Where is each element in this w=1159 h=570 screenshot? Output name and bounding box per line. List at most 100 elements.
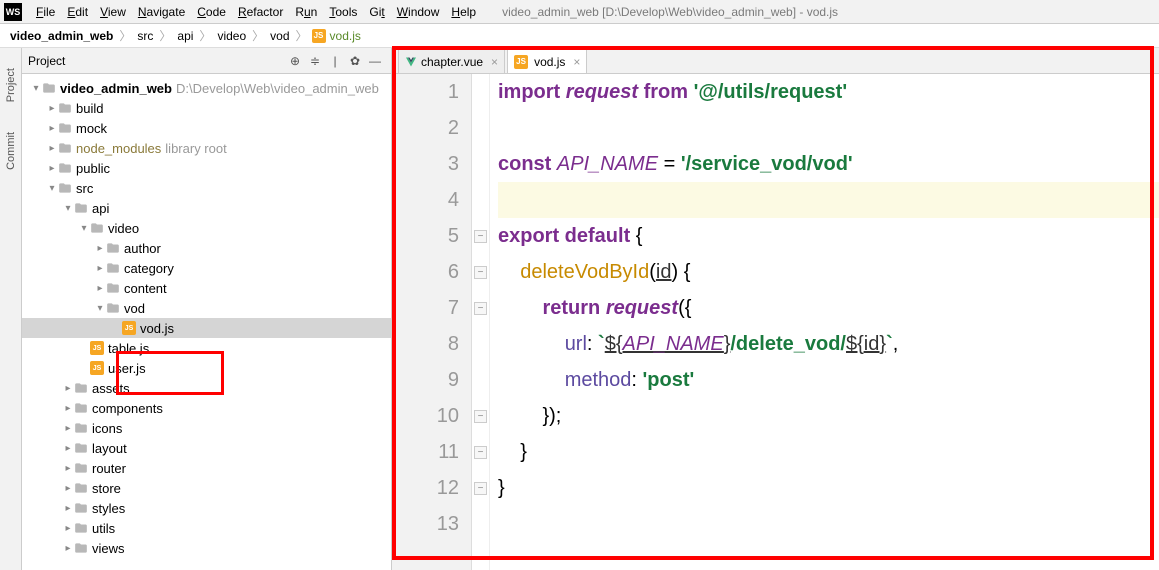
breadcrumb-item[interactable]: api <box>175 29 195 43</box>
folder-icon <box>106 301 120 315</box>
folder-icon <box>90 221 104 235</box>
line-number-gutter: 12345678910111213 <box>392 74 472 570</box>
editor-tab-chapter.vue[interactable]: chapter.vue× <box>398 49 505 73</box>
tree-folder-vod[interactable]: ▾vod <box>22 298 391 318</box>
tree-folder-video[interactable]: ▾video <box>22 218 391 238</box>
editor-tab-vod.js[interactable]: JSvod.js× <box>507 49 587 73</box>
folder-icon <box>58 141 72 155</box>
folder-icon <box>74 201 88 215</box>
chevron-right-icon: 〉 <box>155 27 175 44</box>
hide-icon[interactable]: — <box>365 51 385 71</box>
folder-icon <box>74 481 88 495</box>
breadcrumb-item[interactable]: video_admin_web <box>8 29 115 43</box>
menubar: WS FileEditViewNavigateCodeRefactorRunTo… <box>0 0 1159 24</box>
editor-area: chapter.vue×JSvod.js× 12345678910111213 … <box>392 48 1159 570</box>
code-content[interactable]: import request from '@/utils/request' co… <box>490 74 1159 570</box>
js-file-icon: JS <box>90 341 104 355</box>
menu-edit[interactable]: Edit <box>61 3 94 21</box>
select-opened-file-icon[interactable]: ⊕ <box>285 51 305 71</box>
tree-folder-layout[interactable]: ▸layout <box>22 438 391 458</box>
folder-icon <box>58 161 72 175</box>
tree-folder-store[interactable]: ▸store <box>22 478 391 498</box>
tree-file-table.js[interactable]: JStable.js <box>22 338 391 358</box>
menu-code[interactable]: Code <box>191 3 232 21</box>
tree-folder-node_modules[interactable]: ▸node_moduleslibrary root <box>22 138 391 158</box>
tree-folder-styles[interactable]: ▸styles <box>22 498 391 518</box>
folder-icon <box>74 401 88 415</box>
project-tree[interactable]: ▾video_admin_webD:\Develop\Web\video_adm… <box>22 74 391 570</box>
fold-marker[interactable]: − <box>474 482 487 495</box>
chevron-right-icon: 〉 <box>195 27 215 44</box>
folder-icon <box>58 101 72 115</box>
fold-marker[interactable]: − <box>474 446 487 459</box>
js-file-icon: JS <box>312 29 326 43</box>
sidebar-commit-tab[interactable]: Commit <box>5 132 17 170</box>
tree-folder-video_admin_web[interactable]: ▾video_admin_webD:\Develop\Web\video_adm… <box>22 78 391 98</box>
menu-view[interactable]: View <box>94 3 132 21</box>
breadcrumb-item[interactable]: vod <box>268 29 291 43</box>
breadcrumb-item[interactable]: video <box>215 29 248 43</box>
webstorm-icon: WS <box>4 3 22 21</box>
sidebar-project-tab[interactable]: Project <box>5 68 17 102</box>
tree-folder-utils[interactable]: ▸utils <box>22 518 391 538</box>
project-panel-title[interactable]: Project <box>28 54 65 68</box>
tool-window-bar: Project Commit <box>0 48 22 570</box>
tree-folder-assets[interactable]: ▸assets <box>22 378 391 398</box>
tree-folder-mock[interactable]: ▸mock <box>22 118 391 138</box>
folder-icon <box>74 521 88 535</box>
tree-file-vod.js[interactable]: JSvod.js <box>22 318 391 338</box>
tree-folder-views[interactable]: ▸views <box>22 538 391 558</box>
folder-icon <box>106 261 120 275</box>
close-tab-icon[interactable]: × <box>491 55 498 69</box>
tree-folder-author[interactable]: ▸author <box>22 238 391 258</box>
folder-icon <box>74 381 88 395</box>
menu-tools[interactable]: Tools <box>323 3 363 21</box>
tree-file-user.js[interactable]: JSuser.js <box>22 358 391 378</box>
settings-icon[interactable]: ✿ <box>345 51 365 71</box>
chevron-right-icon: 〉 <box>292 27 312 44</box>
tree-folder-router[interactable]: ▸router <box>22 458 391 478</box>
tree-folder-src[interactable]: ▾src <box>22 178 391 198</box>
menu-git[interactable]: Git <box>363 3 390 21</box>
tree-folder-content[interactable]: ▸content <box>22 278 391 298</box>
js-file-icon: JS <box>514 55 528 69</box>
folder-icon <box>74 501 88 515</box>
fold-marker[interactable]: − <box>474 302 487 315</box>
breadcrumb-item[interactable]: vod.js <box>328 29 363 43</box>
fold-marker[interactable]: − <box>474 230 487 243</box>
close-tab-icon[interactable]: × <box>573 55 580 69</box>
code-editor[interactable]: 12345678910111213 − − − − − − import request … <box>392 74 1159 570</box>
project-panel-header: Project ⊕ ≑ | ✿ — <box>22 48 391 74</box>
menu-window[interactable]: Window <box>391 3 446 21</box>
js-file-icon: JS <box>90 361 104 375</box>
folder-icon <box>74 421 88 435</box>
tree-folder-icons[interactable]: ▸icons <box>22 418 391 438</box>
folder-icon <box>106 241 120 255</box>
window-title: video_admin_web [D:\Develop\Web\video_ad… <box>502 5 838 19</box>
menu-navigate[interactable]: Navigate <box>132 3 191 21</box>
tree-folder-build[interactable]: ▸build <box>22 98 391 118</box>
chevron-right-icon: 〉 <box>115 27 135 44</box>
breadcrumb-item[interactable]: src <box>135 29 155 43</box>
fold-marker[interactable]: − <box>474 266 487 279</box>
folder-icon <box>42 81 56 95</box>
expand-all-icon[interactable]: ≑ <box>305 51 325 71</box>
breadcrumbs: video_admin_web〉src〉api〉video〉vod〉JSvod.… <box>0 24 1159 48</box>
tree-folder-public[interactable]: ▸public <box>22 158 391 178</box>
folder-icon <box>106 281 120 295</box>
project-panel: Project ⊕ ≑ | ✿ — ▾video_admin_webD:\Dev… <box>22 48 392 570</box>
tree-folder-api[interactable]: ▾api <box>22 198 391 218</box>
menu-run[interactable]: Run <box>289 3 323 21</box>
folder-icon <box>74 441 88 455</box>
fold-marker[interactable]: − <box>474 410 487 423</box>
folder-icon <box>74 461 88 475</box>
editor-tabs: chapter.vue×JSvod.js× <box>392 48 1159 74</box>
tree-folder-category[interactable]: ▸category <box>22 258 391 278</box>
menu-help[interactable]: Help <box>445 3 482 21</box>
folder-icon <box>58 121 72 135</box>
tree-folder-components[interactable]: ▸components <box>22 398 391 418</box>
menu-refactor[interactable]: Refactor <box>232 3 289 21</box>
vue-file-icon <box>405 56 417 68</box>
fold-gutter[interactable]: − − − − − − <box>472 74 490 570</box>
menu-file[interactable]: File <box>30 3 61 21</box>
